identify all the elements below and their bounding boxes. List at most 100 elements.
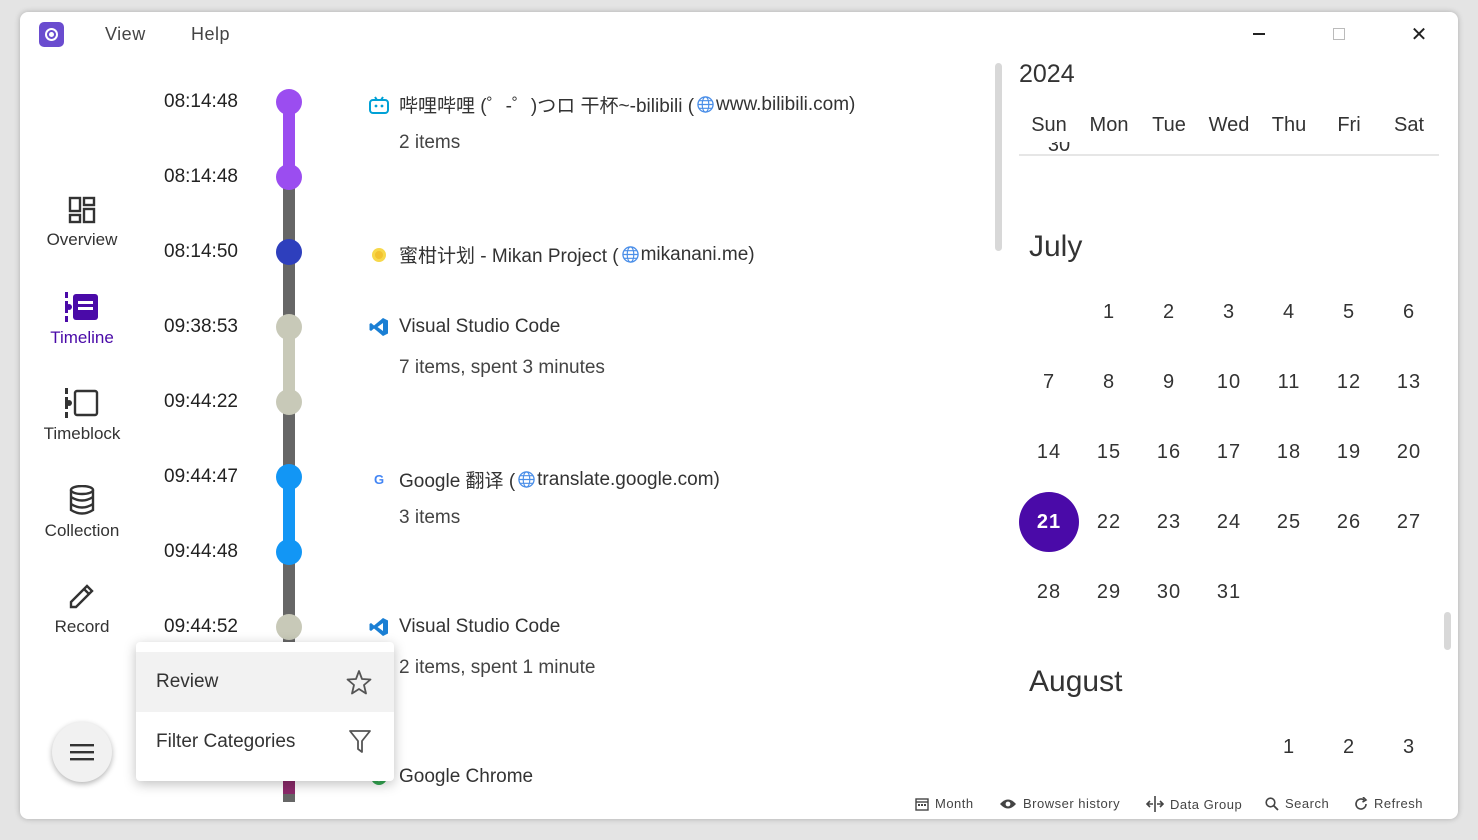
timeline-time: 09:44:48 <box>164 541 238 562</box>
timeline-node[interactable] <box>276 464 302 490</box>
minimize-button[interactable] <box>1239 20 1279 48</box>
calendar-day[interactable]: 1 <box>1259 736 1319 759</box>
month-title: August <box>1029 665 1123 698</box>
search-icon <box>1265 796 1279 811</box>
status-data-group[interactable]: Data Group <box>1146 796 1242 812</box>
database-icon <box>69 485 95 515</box>
calendar-day[interactable]: 22 <box>1079 511 1139 534</box>
timeline-node[interactable] <box>276 239 302 265</box>
calendar-day[interactable]: 26 <box>1319 511 1379 534</box>
weekday-label: Sun <box>1031 114 1067 136</box>
calendar-day[interactable]: 18 <box>1259 441 1319 464</box>
timeline-time: 08:14:48 <box>164 166 238 187</box>
calendar-day[interactable]: 4 <box>1259 301 1319 324</box>
eye-icon <box>1000 799 1016 808</box>
nav-record[interactable]: Record <box>20 581 144 637</box>
calendar-day[interactable]: 12 <box>1319 371 1379 394</box>
nav-overview-label: Overview <box>46 230 118 249</box>
nav-timeblock[interactable]: Timeblock <box>20 388 144 444</box>
calendar-day[interactable]: 1 <box>1079 301 1139 324</box>
status-refresh[interactable]: Refresh <box>1354 796 1423 811</box>
calendar-day[interactable]: 9 <box>1139 371 1199 394</box>
month-title: July <box>1029 230 1083 263</box>
calendar-day[interactable]: 8 <box>1079 371 1139 394</box>
vscode-icon <box>369 617 389 637</box>
vscode-icon <box>369 317 389 337</box>
globe-icon <box>697 96 714 113</box>
calendar-day[interactable]: 24 <box>1199 511 1259 534</box>
timeline-icon <box>65 292 98 322</box>
entry-domain: mikanani.me) <box>640 243 755 265</box>
calendar-day[interactable]: 19 <box>1319 441 1379 464</box>
calendar-day-selected[interactable]: 21 <box>1019 492 1079 552</box>
timeline-node[interactable] <box>276 314 302 340</box>
calendar-day[interactable]: 31 <box>1199 581 1259 604</box>
timeline-entry-bilibili[interactable]: 哔哩哔哩 (゜-゜)つロ 干杯~-bilibili ( www.bilibili… <box>369 91 855 118</box>
calendar-day[interactable]: 14 <box>1019 441 1079 464</box>
calendar-day[interactable]: 27 <box>1379 511 1439 534</box>
google-icon: G <box>373 472 385 487</box>
calendar-scrollbar[interactable] <box>1444 612 1451 650</box>
nav-overview[interactable]: Overview <box>20 196 144 250</box>
entry-subtitle: 2 items, spent 1 minute <box>399 657 596 678</box>
calendar-day[interactable]: 29 <box>1079 581 1139 604</box>
status-search[interactable]: Search <box>1265 796 1329 811</box>
status-browser-history[interactable]: Browser history <box>999 796 1120 811</box>
menu-item-filter-categories[interactable]: Filter Categories <box>136 712 394 772</box>
pencil-icon <box>69 584 94 609</box>
calendar-day[interactable]: 23 <box>1139 511 1199 534</box>
calendar-day[interactable]: 25 <box>1259 511 1319 534</box>
calendar-icon <box>915 797 929 811</box>
calendar-day[interactable]: 20 <box>1379 441 1439 464</box>
calendar-day[interactable]: 13 <box>1379 371 1439 394</box>
close-button[interactable]: ✕ <box>1399 20 1439 48</box>
filter-icon <box>349 730 371 753</box>
menu-help[interactable]: Help <box>191 24 230 45</box>
calendar-day[interactable]: 15 <box>1079 441 1139 464</box>
menu-fab-button[interactable] <box>52 722 112 782</box>
nav-record-label: Record <box>54 617 110 636</box>
maximize-button[interactable] <box>1319 20 1359 48</box>
refresh-icon <box>1355 796 1368 810</box>
timeline-node[interactable] <box>276 389 302 415</box>
calendar-day[interactable]: 28 <box>1019 581 1079 604</box>
calendar-day[interactable]: 2 <box>1319 736 1379 759</box>
calendar-day[interactable]: 2 <box>1139 301 1199 324</box>
calendar-day[interactable]: 11 <box>1259 371 1319 394</box>
group-icon <box>1146 796 1164 812</box>
nav-timeline[interactable]: Timeline <box>20 292 144 348</box>
calendar-day[interactable]: 5 <box>1319 301 1379 324</box>
nav-collection[interactable]: Collection <box>20 485 144 541</box>
app-window: View Help ✕ Overview Timeline Timeblock … <box>20 12 1458 819</box>
timeline-entry-google-translate[interactable]: G Google 翻译 ( translate.google.com) <box>369 466 720 493</box>
timeline-node[interactable] <box>276 89 302 115</box>
calendar-day[interactable]: 6 <box>1379 301 1439 324</box>
timeline-node[interactable] <box>276 614 302 640</box>
status-label: Search <box>1285 796 1330 811</box>
mikan-icon <box>369 245 389 265</box>
calendar-day[interactable]: 10 <box>1199 371 1259 394</box>
calendar-day-partial: 30 <box>1047 142 1071 154</box>
status-label: Browser history <box>1023 796 1121 811</box>
status-month[interactable]: Month <box>915 796 974 811</box>
menu-view[interactable]: View <box>105 24 146 45</box>
calendar-day[interactable]: 3 <box>1379 736 1439 759</box>
calendar-day[interactable]: 16 <box>1139 441 1199 464</box>
hamburger-icon <box>70 744 94 761</box>
timeline-entry-vscode[interactable]: Visual Studio Code <box>369 316 560 338</box>
calendar-day[interactable]: 17 <box>1199 441 1259 464</box>
timeline-time: 09:44:47 <box>164 466 238 487</box>
calendar-day[interactable]: 3 <box>1199 301 1259 324</box>
timeline-entry-vscode-2[interactable]: Visual Studio Code <box>369 616 560 638</box>
status-label: Refresh <box>1374 796 1424 811</box>
timeline-scrollbar[interactable] <box>995 63 1002 251</box>
calendar-day[interactable]: 30 <box>1139 581 1199 604</box>
weekday-label: Wed <box>1208 114 1250 136</box>
timeline-node[interactable] <box>276 539 302 565</box>
calendar-day[interactable]: 7 <box>1019 371 1079 394</box>
timeline-time: 08:14:50 <box>164 241 238 262</box>
timeline-entry-mikan[interactable]: 蜜柑计划 - Mikan Project ( mikanani.me) <box>369 241 755 268</box>
weekday-divider <box>1019 154 1439 156</box>
menu-item-review[interactable]: Review <box>136 652 394 712</box>
timeline-node[interactable] <box>276 164 302 190</box>
